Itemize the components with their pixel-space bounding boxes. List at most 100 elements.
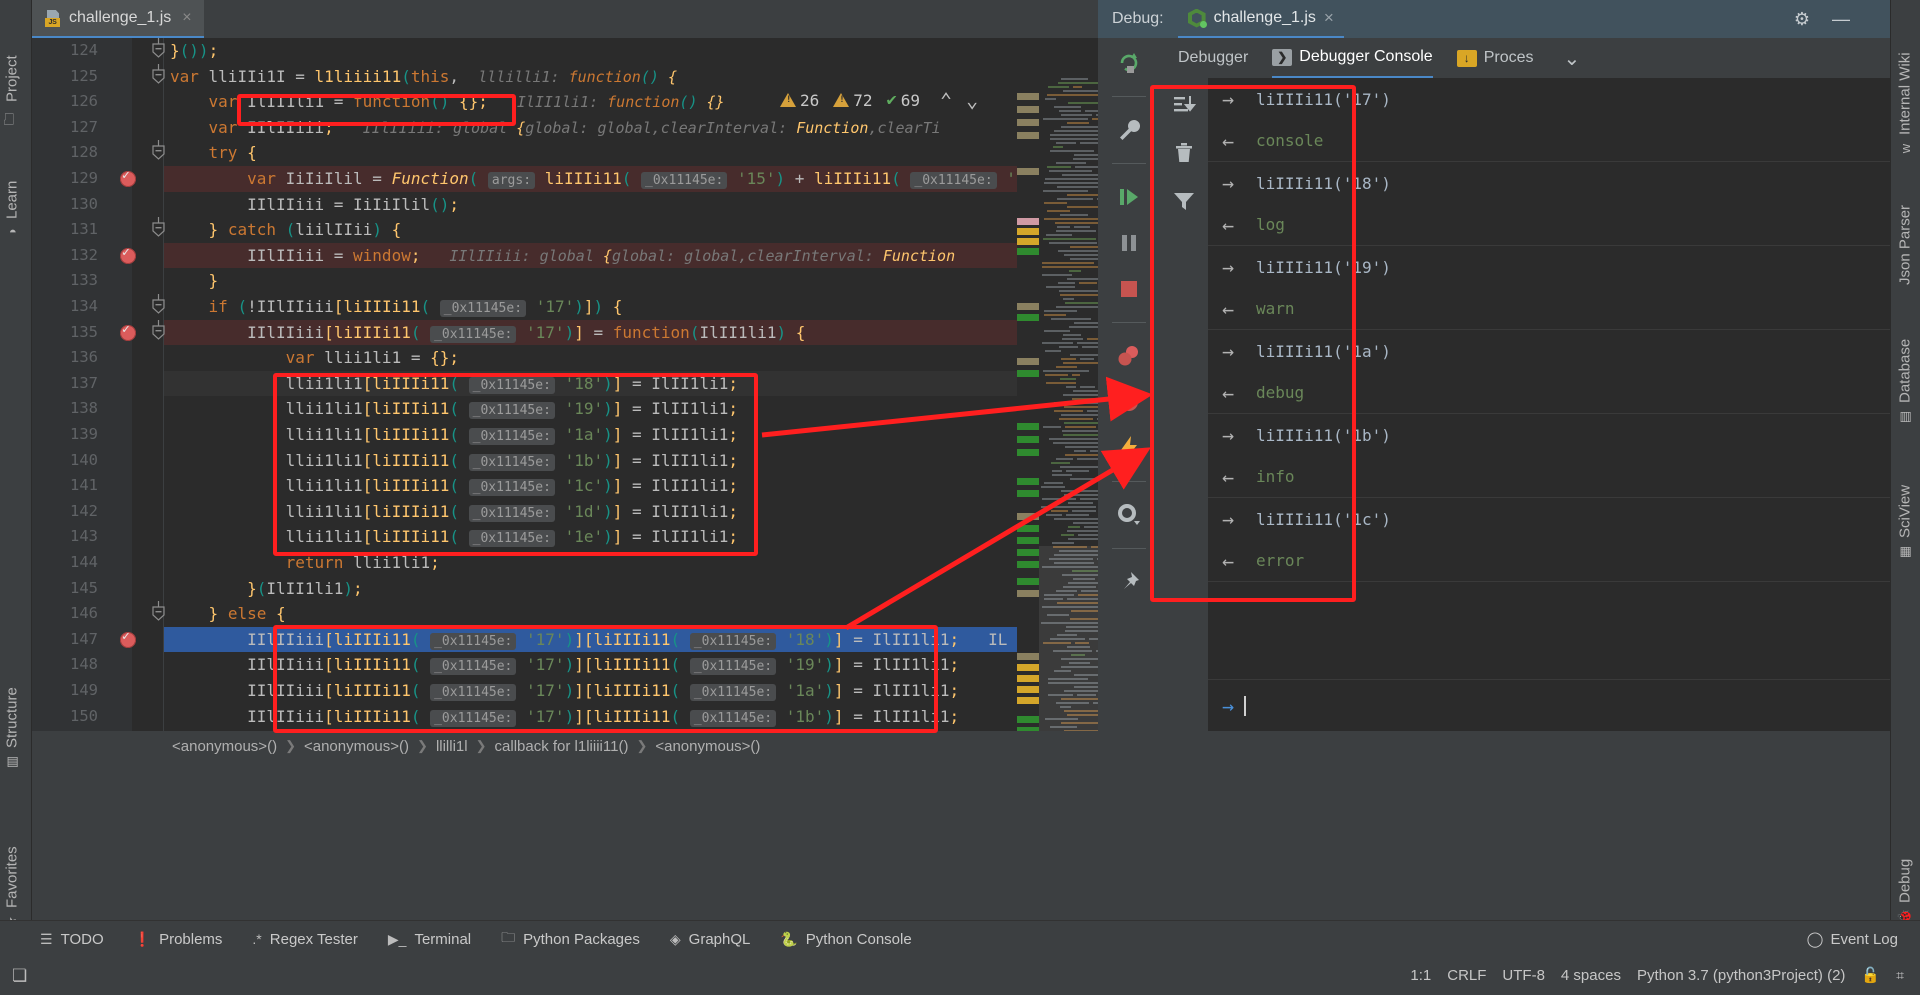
- tool-window-regex-tester[interactable]: .* Regex Tester: [252, 931, 357, 948]
- breakpoint-icon[interactable]: [120, 245, 136, 264]
- console-entry[interactable]: → liIIIi11('19'): [1208, 246, 1890, 288]
- status-encoding[interactable]: UTF-8: [1502, 967, 1545, 984]
- console-entry[interactable]: ← info: [1208, 456, 1890, 498]
- previous-problem-icon[interactable]: ⌃: [936, 88, 956, 112]
- tool-window-python-console[interactable]: 🐍 Python Console: [780, 931, 911, 948]
- tool-window-todo[interactable]: ☰ TODO: [40, 931, 104, 948]
- sidebar-item-learn[interactable]: ◑ Learn: [0, 140, 28, 240]
- editor-line[interactable]: 133 }: [32, 268, 1098, 294]
- lock-icon[interactable]: 🔓: [1861, 966, 1880, 984]
- breadcrumb[interactable]: <anonymous>() ❯ <anonymous>() ❯ llilli1l ❯ cal…: [32, 731, 1098, 761]
- sidebar-item-sciview[interactable]: ▦ SciView: [1890, 440, 1920, 560]
- editor-line[interactable]: 136 var llii1li1 = {};: [32, 345, 1098, 371]
- weak-warning-count-group[interactable]: 72: [833, 91, 873, 110]
- tool-window-python-packages[interactable]: 🗀 Python Packages: [501, 927, 640, 951]
- breadcrumb-item[interactable]: callback for l1liiii11(): [495, 738, 629, 755]
- console-entry[interactable]: ← console: [1208, 120, 1890, 162]
- tool-window-graphql[interactable]: ◈ GraphQL: [670, 931, 750, 948]
- editor-line[interactable]: 137 llii1li1[liIIIi11( _0x11145e: '18')]…: [32, 370, 1098, 397]
- editor-line[interactable]: 148 IIlIIiii[liIIIi11( _0x11145e: '17')]…: [32, 652, 1098, 678]
- breakpoint-icon[interactable]: [120, 322, 136, 341]
- status-caret-position[interactable]: 1:1: [1410, 967, 1431, 984]
- status-line-separator[interactable]: CRLF: [1447, 967, 1486, 984]
- rerun-icon[interactable]: [1114, 48, 1144, 78]
- pin-icon[interactable]: [1114, 567, 1144, 597]
- next-problem-icon[interactable]: ⌄: [962, 88, 982, 112]
- editor-line[interactable]: 139 llii1li1[liIIIi11( _0x11145e: '1a')]…: [32, 422, 1098, 448]
- console-entry[interactable]: → liIIIi11('17'): [1208, 78, 1890, 120]
- editor-line[interactable]: 146 } else {: [32, 601, 1098, 627]
- debug-tab-debugger-console[interactable]: ❯ Debugger Console: [1272, 38, 1433, 78]
- editor-line[interactable]: 149 IIlIIiii[liIIIi11( _0x11145e: '17')]…: [32, 678, 1098, 704]
- debugger-console[interactable]: → liIIIi11('17') ← console → liIIIi11('18') ← l…: [1208, 78, 1890, 731]
- debug-tab-debugger[interactable]: Debugger: [1178, 38, 1248, 78]
- editor-line[interactable]: 150 IIlIIiii[liIIIi11( _0x11145e: '17')]…: [32, 704, 1098, 730]
- editor-line[interactable]: 147 IIlIIiii[liIIIi11( _0x11145e: '17')]…: [32, 626, 1098, 653]
- mute-breakpoints-icon[interactable]: [1114, 387, 1144, 417]
- tool-window-terminal[interactable]: ▶_ Terminal: [388, 931, 471, 948]
- editor-line[interactable]: 141 llii1li1[liIIIi11( _0x11145e: '1c')]…: [32, 473, 1098, 499]
- console-entry[interactable]: → liIIIi11('18'): [1208, 162, 1890, 204]
- breadcrumb-item[interactable]: llilli1l: [436, 738, 468, 755]
- event-log-button[interactable]: ◯ Event Log: [1807, 930, 1898, 949]
- gear-icon[interactable]: ⚙: [1794, 9, 1810, 30]
- console-entry[interactable]: → liIIIi11('1b'): [1208, 414, 1890, 456]
- sidebar-item-database[interactable]: ▤ Database: [1890, 295, 1920, 425]
- sidebar-item-favorites[interactable]: ★ Favorites: [0, 790, 28, 930]
- sidebar-item-project[interactable]: 🗀 Project: [0, 10, 28, 130]
- editor-line[interactable]: 128 try {: [32, 140, 1098, 166]
- editor-line[interactable]: 144 return llii1li1;: [32, 550, 1098, 576]
- editor-line[interactable]: 132 IIlIIiii = window; IIlIIiii: global …: [32, 242, 1098, 269]
- view-breakpoints-icon[interactable]: [1114, 341, 1144, 371]
- warning-count-group[interactable]: 26: [780, 91, 819, 110]
- console-entry[interactable]: → liIIIi11('1c'): [1208, 498, 1890, 540]
- stop-icon[interactable]: [1114, 274, 1144, 304]
- trash-icon[interactable]: [1169, 138, 1199, 168]
- editor-line[interactable]: 134 if (!IIlIIiii[liIIIi11( _0x11145e: '…: [32, 294, 1098, 320]
- editor-line[interactable]: 145 }(IlII1li1);: [32, 576, 1098, 602]
- scroll-to-end-icon[interactable]: [1169, 90, 1199, 120]
- code-minimap[interactable]: [1017, 76, 1098, 731]
- breakpoint-icon[interactable]: [120, 168, 136, 187]
- editor-line[interactable]: 124}());: [32, 38, 1098, 64]
- breadcrumb-item[interactable]: <anonymous>(): [304, 738, 409, 755]
- sidebar-item-debug[interactable]: 🐞 Debug: [1890, 825, 1920, 925]
- editor-line[interactable]: 143 llii1li1[liIIIi11( _0x11145e: '1e')]…: [32, 524, 1098, 550]
- minimize-icon[interactable]: —: [1832, 9, 1850, 30]
- tool-window-problems[interactable]: ❗ Problems: [134, 931, 223, 948]
- sidebar-item-json-parser[interactable]: Json Parser: [1890, 165, 1920, 285]
- console-entry[interactable]: → liIIIi11('1a'): [1208, 330, 1890, 372]
- console-entry[interactable]: ← log: [1208, 204, 1890, 246]
- gear-dropdown-icon[interactable]: [1114, 500, 1144, 530]
- breadcrumb-item[interactable]: <anonymous>(): [655, 738, 760, 755]
- breadcrumb-item[interactable]: <anonymous>(): [172, 738, 277, 755]
- filter-icon[interactable]: [1169, 186, 1199, 216]
- close-icon[interactable]: ×: [1324, 8, 1334, 28]
- inspection-widget[interactable]: 26 72 ✔ 69 ⌃ ⌄: [780, 83, 982, 117]
- editor-line[interactable]: 129 var IiIiIlil = Function( args: liIII…: [32, 166, 1098, 192]
- editor-line[interactable]: 138 llii1li1[liIIIi11( _0x11145e: '19')]…: [32, 396, 1098, 422]
- close-icon[interactable]: ×: [182, 9, 191, 27]
- code-editor[interactable]: 124}()); 125 var lliIIi1I = l1liiii11(this…: [32, 38, 1098, 731]
- editor-line[interactable]: 140 llii1li1[liIIIi11( _0x11145e: '1b')]…: [32, 448, 1098, 474]
- checks-count-group[interactable]: ✔ 69: [887, 90, 921, 110]
- pause-program-icon[interactable]: [1114, 228, 1144, 258]
- editor-line[interactable]: 135 IIlIIiii[liIIIi11( _0x11145e: '17')]…: [32, 319, 1098, 346]
- status-left-icon[interactable]: ❏: [12, 966, 27, 986]
- console-entry[interactable]: ← error: [1208, 540, 1890, 582]
- editor-tab-challenge-1-js[interactable]: JS challenge_1.js ×: [32, 0, 204, 38]
- debug-tab-process[interactable]: ↓ Proces: [1456, 38, 1534, 78]
- lightning-icon[interactable]: [1114, 433, 1144, 463]
- console-input-row[interactable]: →: [1208, 679, 1890, 731]
- resume-program-icon[interactable]: [1114, 182, 1144, 212]
- debug-tabs-overflow-icon[interactable]: ⌄: [1564, 46, 1581, 71]
- editor-line[interactable]: 127 var IIlIIiii; IIlIIiii: global {glob…: [32, 115, 1098, 141]
- debug-session-tab[interactable]: challenge_1.js ×: [1177, 0, 1344, 38]
- editor-line[interactable]: 131 } catch (liilIIii) {: [32, 217, 1098, 243]
- breakpoint-icon[interactable]: [120, 629, 136, 648]
- console-entry[interactable]: ← debug: [1208, 372, 1890, 414]
- inspection-icon[interactable]: ⌗: [1896, 967, 1904, 984]
- console-entry[interactable]: ← warn: [1208, 288, 1890, 330]
- editor-line[interactable]: 142 llii1li1[liIIIi11( _0x11145e: '1d')]…: [32, 499, 1098, 525]
- wrench-icon[interactable]: [1114, 115, 1144, 145]
